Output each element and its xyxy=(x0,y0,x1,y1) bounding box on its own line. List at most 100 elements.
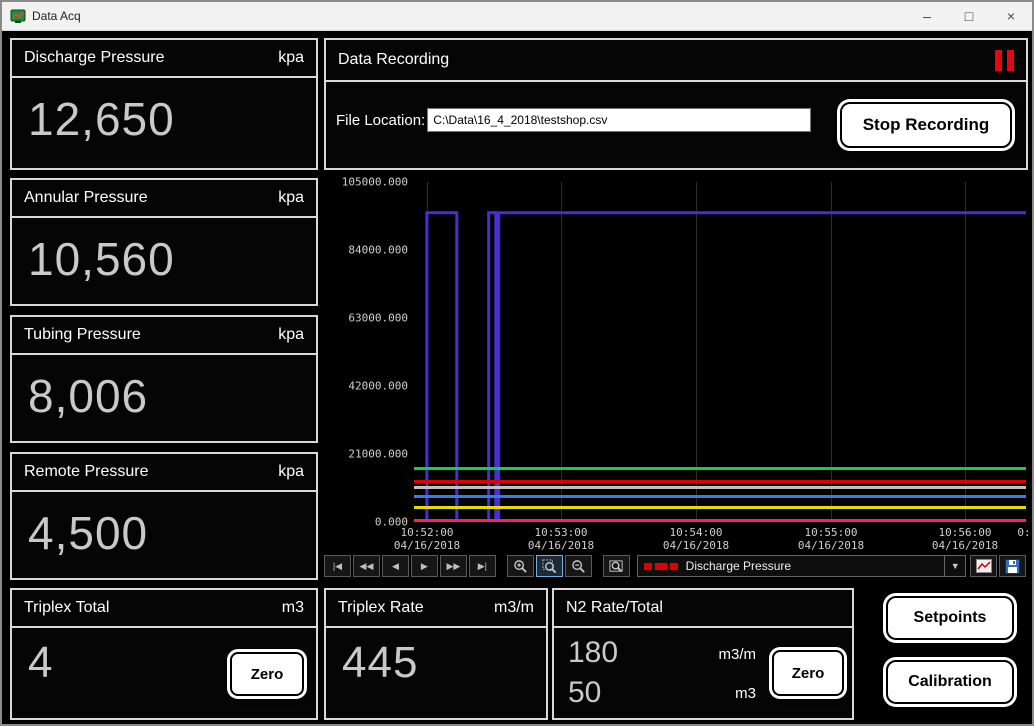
gauge-value: 12,650 xyxy=(28,92,175,146)
gauge-value: 4,500 xyxy=(28,506,148,560)
legend-label: Discharge Pressure xyxy=(686,559,791,573)
zoom-out-icon xyxy=(571,559,586,574)
chart-fast-back-button[interactable]: ◀◀ xyxy=(353,555,380,577)
trend-chart: 105000.000 84000.000 63000.000 42000.000 210… xyxy=(324,174,1028,580)
triplex-zero-button[interactable]: Zero xyxy=(230,652,304,696)
window-controls: – □ × xyxy=(906,2,1032,30)
zoom-box-icon xyxy=(542,559,557,574)
gauge-value: 10,560 xyxy=(28,232,175,286)
legend-combo[interactable]: Discharge Pressure ▼ xyxy=(637,555,967,577)
chart-image-button[interactable] xyxy=(970,555,997,577)
minimize-button[interactable]: – xyxy=(906,2,948,30)
annular-pressure-panel: Annular Pressure kpa 10,560 xyxy=(10,178,318,306)
title-bar: Data Acq – □ × xyxy=(2,2,1032,31)
legend-color-sample xyxy=(644,563,678,570)
x-tick-label: 10:56:0004/16/2018 xyxy=(932,526,998,552)
panel-title: Annular Pressure xyxy=(24,189,148,207)
zoom-in-icon xyxy=(513,559,528,574)
zoom-box-button[interactable] xyxy=(536,555,563,577)
panel-header: Triplex Total m3 xyxy=(12,590,316,628)
step-trace-layer xyxy=(414,182,1026,522)
trace-discharge-pressure xyxy=(414,480,1026,483)
panel-header: Remote Pressure kpa xyxy=(12,454,316,492)
remote-pressure-panel: Remote Pressure kpa 4,500 xyxy=(10,452,318,580)
x-tick-label: 10:55:0004/16/2018 xyxy=(798,526,864,552)
zoom-window-button[interactable] xyxy=(603,555,630,577)
trace-purple-step xyxy=(414,213,1026,522)
panel-title: N2 Rate/Total xyxy=(566,599,663,617)
stop-recording-button[interactable]: Stop Recording xyxy=(840,102,1012,148)
trace-annular-pressure xyxy=(414,486,1026,489)
panel-header: Tubing Pressure kpa xyxy=(12,317,316,355)
trace-tubing-pressure xyxy=(414,495,1026,498)
x-tick-label: 10:52:0004/16/2018 xyxy=(394,526,460,552)
panel-header: N2 Rate/Total xyxy=(554,590,852,628)
x-tick-label: 10:54:0004/16/2018 xyxy=(663,526,729,552)
chart-first-button[interactable]: |◀ xyxy=(324,555,351,577)
panel-title: Discharge Pressure xyxy=(24,49,165,67)
y-tick-label: 105000.000 xyxy=(342,176,408,189)
chart-back-button[interactable]: ◀ xyxy=(382,555,409,577)
panel-title: Data Recording xyxy=(338,51,449,69)
app-icon xyxy=(10,8,26,24)
y-tick-label: 21000.000 xyxy=(348,448,408,461)
y-tick-label: 63000.000 xyxy=(348,312,408,325)
pause-bar xyxy=(995,50,1002,71)
gauge-value: 445 xyxy=(342,638,418,688)
trace-remote-pressure xyxy=(414,506,1026,509)
zoom-window-icon xyxy=(609,559,624,574)
gauge-value: 4 xyxy=(28,638,53,688)
n2-total-unit: m3 xyxy=(735,685,756,702)
panel-unit: kpa xyxy=(278,49,304,67)
n2-rate-total-panel: N2 Rate/Total 180 m3/m 50 m3 Zero xyxy=(552,588,854,720)
panel-unit: m3/m xyxy=(494,599,534,617)
pause-bar xyxy=(1007,50,1014,71)
chart-fast-forward-button[interactable]: ▶▶ xyxy=(440,555,467,577)
pause-icon xyxy=(990,50,1014,71)
triplex-rate-panel: Triplex Rate m3/m 445 xyxy=(324,588,548,720)
zoom-out-button[interactable] xyxy=(565,555,592,577)
y-tick-label: 84000.000 xyxy=(348,244,408,257)
chart-save-button[interactable] xyxy=(999,555,1026,577)
data-recording-panel: Data Recording File Location: Stop Recor… xyxy=(324,38,1028,170)
n2-total-value: 50 xyxy=(568,676,601,710)
discharge-pressure-panel: Discharge Pressure kpa 12,650 xyxy=(10,38,318,170)
calibration-button[interactable]: Calibration xyxy=(886,660,1014,704)
trace-green xyxy=(414,467,1026,470)
chevron-down-icon[interactable]: ▼ xyxy=(944,556,965,576)
panel-unit: kpa xyxy=(278,463,304,481)
close-button[interactable]: × xyxy=(990,2,1032,30)
save-icon xyxy=(1005,559,1020,574)
n2-rate-value: 180 xyxy=(568,636,618,670)
zoom-in-button[interactable] xyxy=(507,555,534,577)
chart-forward-button[interactable]: ▶ xyxy=(411,555,438,577)
y-axis: 105000.000 84000.000 63000.000 42000.000 210… xyxy=(324,174,412,530)
panel-title: Triplex Rate xyxy=(338,599,424,617)
panel-header: Discharge Pressure kpa xyxy=(12,40,316,78)
triplex-total-panel: Triplex Total m3 4 Zero xyxy=(10,588,318,720)
panel-title: Remote Pressure xyxy=(24,463,149,481)
setpoints-button[interactable]: Setpoints xyxy=(886,596,1014,640)
n2-zero-button[interactable]: Zero xyxy=(772,650,844,696)
panel-title: Tubing Pressure xyxy=(24,326,141,344)
y-tick-label: 42000.000 xyxy=(348,380,408,393)
n2-rate-unit: m3/m xyxy=(719,646,757,663)
x-tick-label: 0: xyxy=(1017,526,1030,539)
file-location-label: File Location: xyxy=(336,112,425,129)
x-axis: 10:52:0004/16/201810:53:0004/16/201810:5… xyxy=(414,526,1026,554)
panel-title: Triplex Total xyxy=(24,599,109,617)
chart-last-button[interactable]: ▶| xyxy=(469,555,496,577)
gauge-value: 8,006 xyxy=(28,369,148,423)
file-location-input[interactable] xyxy=(427,108,811,132)
x-tick-label: 10:53:0004/16/2018 xyxy=(528,526,594,552)
app-window: Data Acq – □ × Discharge Pressure kpa 12… xyxy=(0,0,1034,726)
panel-unit: kpa xyxy=(278,189,304,207)
window-title: Data Acq xyxy=(32,9,81,23)
tubing-pressure-panel: Tubing Pressure kpa 8,006 xyxy=(10,315,318,443)
maximize-button[interactable]: □ xyxy=(948,2,990,30)
panel-header: Triplex Rate m3/m xyxy=(326,590,546,628)
plot-area[interactable] xyxy=(414,182,1026,522)
panel-unit: kpa xyxy=(278,326,304,344)
panel-unit: m3 xyxy=(282,599,304,617)
trace-magenta xyxy=(414,519,1026,522)
